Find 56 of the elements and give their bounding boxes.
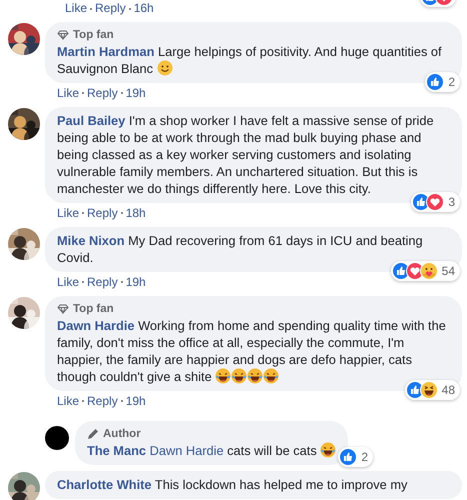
timestamp-link[interactable]: 16h [134, 0, 154, 16]
timestamp-link[interactable]: 18h [126, 204, 146, 220]
separator-dot [82, 400, 84, 402]
comment-text: The Manc Dawn Hardie cats will be cats [87, 442, 336, 459]
reaction-count[interactable]: 54 [390, 261, 460, 281]
reply-link[interactable]: Reply [87, 392, 118, 408]
top-fan-label: Top fan [73, 302, 114, 317]
hug-emoji-icon [420, 262, 438, 280]
commenter-name[interactable]: Martin Hardman [57, 44, 154, 59]
like-link[interactable]: Like [57, 204, 80, 220]
like-link[interactable]: Like [57, 274, 80, 290]
reaction-count[interactable]: 2 [425, 72, 460, 92]
laughing-icon [320, 442, 336, 458]
timestamp-link[interactable]: 19h [126, 392, 146, 408]
like-icon [426, 73, 444, 91]
reaction-count[interactable]: 3 [411, 192, 460, 212]
diamond-icon [57, 30, 69, 40]
logo-avatar [45, 426, 69, 450]
reaction-count[interactable]: 48 [404, 380, 460, 400]
diamond-icon [57, 304, 69, 314]
separator-dot [120, 281, 123, 284]
like-icon [339, 448, 358, 466]
laughing-icon [247, 368, 264, 384]
separator-dot [120, 212, 123, 214]
reaction-count[interactable]: 2 [338, 447, 374, 467]
comment-text: Charlotte White This lockdown has helped me to improve my [57, 476, 408, 493]
smiley-icon [156, 60, 173, 76]
laughing-icon [231, 368, 248, 384]
author-label: Author [103, 427, 141, 442]
reply-link[interactable]: Reply [87, 204, 118, 220]
timestamp-link[interactable]: 19h [126, 84, 146, 100]
commenter-name[interactable]: Paul Bailey [57, 113, 126, 128]
separator-dot [128, 8, 131, 10]
like-link[interactable]: Like [57, 392, 80, 408]
like-link[interactable]: Like [65, 0, 88, 16]
timestamp-link[interactable]: 19h [126, 274, 146, 290]
separator-dot [120, 92, 123, 94]
separator-dot [82, 92, 84, 94]
commenter-name[interactable]: The Manc [87, 443, 146, 458]
like-link[interactable]: Like [57, 84, 80, 100]
separator-dot [82, 212, 84, 214]
commenter-name[interactable]: Mike Nixon [57, 233, 125, 248]
top-fan-label: Top fan [73, 28, 114, 43]
laughing-icon [263, 368, 280, 384]
separator-dot [120, 400, 123, 402]
separator-dot [90, 8, 92, 10]
reply-link[interactable]: Reply [95, 0, 126, 16]
reply-link[interactable]: Reply [87, 274, 118, 290]
commenter-name[interactable]: Charlotte White [57, 477, 152, 492]
pencil-icon [87, 428, 99, 440]
commenter-name[interactable]: Dawn Hardie [57, 318, 135, 333]
laughing-icon [420, 381, 438, 399]
laughing-icon [215, 368, 232, 384]
reply-link[interactable]: Reply [87, 84, 118, 100]
mention-link[interactable]: Dawn Hardie [150, 443, 224, 458]
separator-dot [82, 281, 84, 284]
